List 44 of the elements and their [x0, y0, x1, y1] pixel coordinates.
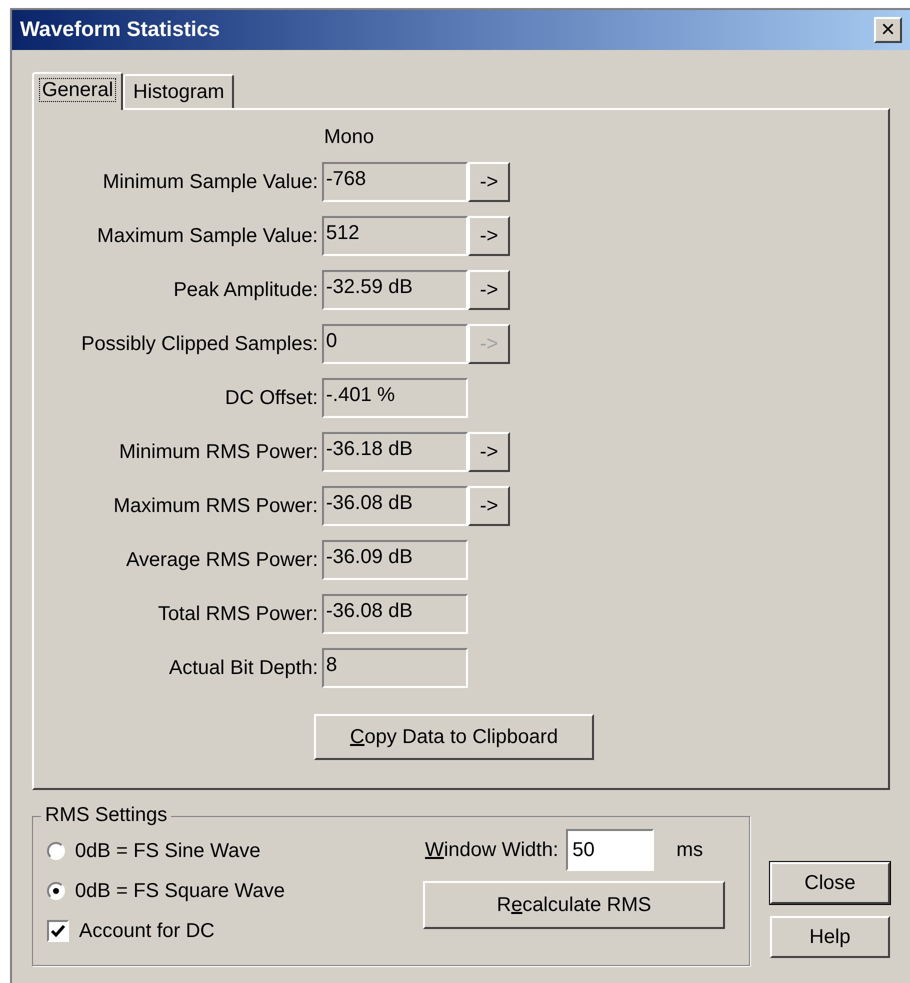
stat-value-field: -36.08 dB [322, 594, 468, 634]
radio-button[interactable] [47, 882, 65, 900]
stat-label: Minimum RMS Power: [118, 440, 319, 465]
stat-value-field: -36.09 dB [322, 540, 468, 580]
recalculate-rms-button[interactable]: Recalculate RMS [423, 881, 725, 929]
stat-value-field: 0 [322, 324, 468, 364]
window-title: Waveform Statistics [20, 17, 220, 44]
stat-label: Total RMS Power: [156, 602, 319, 627]
stat-value-field: -36.08 dB [322, 486, 468, 526]
stat-value-field: 8 [322, 648, 468, 688]
stat-value-field: 512 [322, 216, 468, 256]
tab[interactable]: Histogram [123, 74, 234, 108]
window-width-label: Window Width: [425, 838, 558, 863]
stat-value-field: -768 [322, 162, 468, 202]
stat-label: Average RMS Power: [125, 548, 319, 573]
go-to-button[interactable]: -> [468, 486, 510, 526]
go-to-button[interactable]: -> [468, 216, 510, 256]
close-button[interactable]: × [874, 17, 902, 43]
copy-data-button[interactable]: Copy Data to Clipboard [314, 714, 594, 760]
go-to-button[interactable]: -> [468, 270, 510, 310]
stat-label: Possibly Clipped Samples: [80, 332, 319, 357]
stat-label: Maximum RMS Power: [112, 494, 319, 519]
dialog-button[interactable]: Close [770, 862, 890, 904]
stat-label: Actual Bit Depth: [168, 656, 319, 681]
radio-button[interactable] [47, 842, 65, 860]
radio-label: 0dB = FS Square Wave [75, 879, 285, 904]
channel-heading: Mono [323, 126, 376, 148]
stat-label: DC Offset: [224, 386, 319, 411]
check-icon [51, 925, 65, 937]
unit-label: ms [676, 838, 704, 863]
go-to-button[interactable]: -> [468, 162, 510, 202]
checkbox[interactable] [47, 920, 69, 942]
stat-value-field: -32.59 dB [322, 270, 468, 310]
stat-label: Peak Amplitude: [172, 278, 319, 303]
stat-value-field: -36.18 dB [322, 432, 468, 472]
checkbox-label: Account for DC [79, 919, 215, 944]
stat-label: Maximum Sample Value: [96, 224, 319, 249]
go-to-button[interactable]: -> [468, 432, 510, 472]
stat-label: Minimum Sample Value: [102, 170, 319, 195]
radio-label: 0dB = FS Sine Wave [75, 839, 260, 864]
tab[interactable]: General [32, 72, 124, 110]
window-width-field[interactable]: 50 [566, 829, 654, 871]
stat-value-field: -.401 % [322, 378, 468, 418]
dialog-button[interactable]: Help [770, 916, 890, 958]
